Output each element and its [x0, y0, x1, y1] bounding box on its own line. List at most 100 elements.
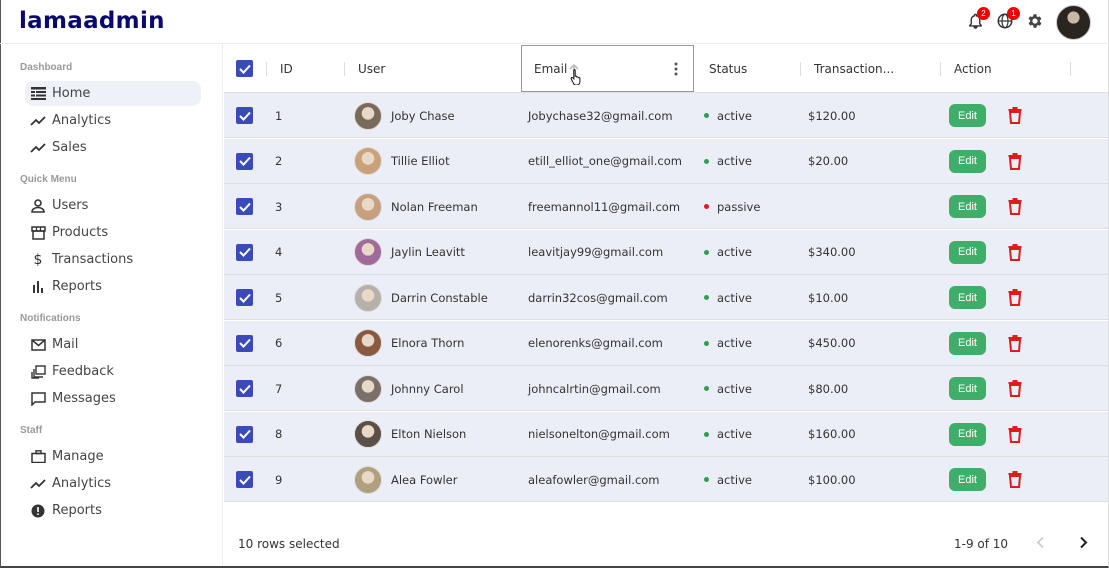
- table-row[interactable]: 4 Jaylin Leavitt leavitjay99@gmail.com acti…: [224, 229, 1108, 275]
- app-logo[interactable]: lamaadmin: [19, 8, 165, 34]
- cell-action: Edit: [949, 412, 1024, 457]
- status-dot: [704, 386, 709, 391]
- user-name: Elton Nielson: [391, 427, 467, 441]
- delete-trash-icon[interactable]: [1006, 379, 1024, 399]
- table-row[interactable]: 2 Tillie Elliot etill_elliot_one@gmail.com…: [224, 138, 1108, 184]
- edit-button[interactable]: Edit: [949, 377, 986, 400]
- user-avatar[interactable]: [1056, 5, 1091, 40]
- sidebar-item-transactions[interactable]: $ Transactions: [25, 247, 201, 272]
- checkbox-checked-icon: [236, 471, 253, 488]
- checkbox-checked-icon: [236, 334, 253, 352]
- sidebar-item-mail[interactable]: Mail: [25, 332, 201, 357]
- cell-action: Edit: [949, 230, 1024, 275]
- user-name: Alea Fowler: [391, 472, 458, 487]
- sidebar-item-label: Reports: [52, 279, 102, 294]
- column-separator[interactable]: [266, 62, 267, 76]
- user-name: Darrin Constable: [391, 290, 488, 305]
- cell-user: Tillie Elliot: [354, 139, 450, 184]
- delete-trash-icon[interactable]: [1006, 424, 1024, 444]
- delete-trash-icon[interactable]: [1006, 470, 1024, 490]
- user-name: Nolan Freeman: [391, 199, 478, 214]
- next-page-button[interactable]: [1078, 536, 1088, 552]
- delete-trash-icon[interactable]: [1006, 242, 1024, 262]
- edit-button[interactable]: Edit: [949, 422, 986, 446]
- user-name: Johnny Carol: [391, 381, 464, 396]
- sidebar-item-reports[interactable]: Reports: [25, 274, 201, 299]
- delete-trash-icon[interactable]: [1006, 333, 1024, 353]
- status-dot: [704, 249, 709, 255]
- table-row[interactable]: 6 Elnora Thorn elenorenks@gmail.com active $…: [224, 320, 1108, 366]
- edit-button[interactable]: Edit: [949, 104, 986, 127]
- user-icon: [30, 198, 46, 214]
- cell-status: active: [704, 230, 752, 275]
- row-checkbox[interactable]: [236, 457, 253, 502]
- sidebar-item-messages[interactable]: Messages: [25, 386, 201, 411]
- row-checkbox[interactable]: [236, 184, 253, 229]
- sidebar-item-label: Products: [52, 225, 109, 240]
- edit-button[interactable]: Edit: [949, 331, 986, 355]
- column-header-transaction[interactable]: Transaction...: [814, 44, 894, 93]
- sidebar-item-manage[interactable]: Manage: [25, 444, 201, 469]
- delete-trash-icon[interactable]: [1006, 106, 1024, 126]
- sidebar-item-label: Feedback: [52, 364, 114, 379]
- language-button[interactable]: 1: [994, 6, 1020, 34]
- table-row[interactable]: 7 Johnny Carol johncalrtin@gmail.com active…: [224, 366, 1108, 411]
- column-header-status[interactable]: Status: [709, 44, 747, 93]
- cell-email: Jobychase32@gmail.com: [528, 108, 673, 123]
- row-checkbox[interactable]: [236, 366, 253, 411]
- column-separator[interactable]: [800, 62, 801, 76]
- edit-button[interactable]: Edit: [949, 468, 986, 491]
- user-avatar-image: [354, 147, 382, 175]
- table-row[interactable]: 8 Elton Nielson nielsonelton@gmail.com acti…: [224, 411, 1108, 457]
- column-separator[interactable]: [1070, 62, 1071, 76]
- home-grid-icon: [30, 86, 46, 102]
- delete-trash-icon[interactable]: [1006, 151, 1024, 171]
- column-separator[interactable]: [940, 62, 941, 76]
- table-row[interactable]: 1 Joby Chase Jobychase32@gmail.com active $1…: [224, 93, 1108, 138]
- column-header-user[interactable]: User: [358, 44, 385, 93]
- table-row[interactable]: 5 Darrin Constable darrin32cos@gmail.com ac…: [224, 275, 1108, 320]
- prev-page-button[interactable]: [1036, 536, 1046, 552]
- sidebar-item-users[interactable]: Users: [25, 193, 201, 218]
- column-separator[interactable]: [344, 62, 345, 76]
- column-header-email[interactable]: Email: [534, 44, 567, 93]
- notifications-button[interactable]: 2: [964, 6, 990, 34]
- sidebar-item-staff-analytics[interactable]: Analytics: [25, 471, 201, 496]
- edit-button[interactable]: Edit: [949, 195, 986, 218]
- sidebar-item-analytics[interactable]: Analytics: [25, 108, 201, 133]
- table-row[interactable]: 9 Alea Fowler aleafowler@gmail.com active $1…: [224, 457, 1108, 502]
- status-label: active: [717, 154, 752, 168]
- delete-trash-icon[interactable]: [1006, 288, 1024, 308]
- edit-button[interactable]: Edit: [949, 286, 986, 309]
- column-header-action[interactable]: Action: [954, 44, 992, 93]
- column-menu-icon[interactable]: [674, 44, 678, 93]
- sidebar-item-feedback[interactable]: Feedback: [25, 359, 201, 384]
- row-checkbox[interactable]: [236, 93, 253, 138]
- select-all-checkbox[interactable]: [236, 44, 253, 93]
- sidebar-section-notifications: Notifications: [20, 313, 81, 324]
- cell-action: Edit: [949, 321, 1024, 366]
- edit-button[interactable]: Edit: [949, 240, 986, 264]
- user-avatar-image: [354, 283, 382, 312]
- delete-trash-icon[interactable]: [1006, 197, 1024, 217]
- sidebar-item-sales[interactable]: Sales: [25, 135, 201, 160]
- settings-button[interactable]: [1024, 12, 1046, 34]
- row-checkbox[interactable]: [236, 275, 253, 320]
- row-checkbox[interactable]: [236, 321, 253, 366]
- cell-user: Jaylin Leavitt: [354, 230, 465, 275]
- status-dot: [704, 295, 709, 300]
- status-label: active: [717, 245, 752, 259]
- sidebar-item-products[interactable]: Products: [25, 220, 201, 245]
- row-checkbox[interactable]: [236, 412, 253, 457]
- checkbox-checked-icon: [236, 289, 253, 306]
- cell-id: 3: [275, 199, 283, 214]
- store-icon: [30, 225, 46, 241]
- sidebar-item-staff-reports[interactable]: Reports: [25, 498, 201, 523]
- sidebar-item-home[interactable]: Home: [25, 81, 201, 106]
- column-header-id[interactable]: ID: [280, 44, 293, 93]
- edit-button[interactable]: Edit: [949, 149, 986, 173]
- row-checkbox[interactable]: [236, 139, 253, 184]
- row-checkbox[interactable]: [236, 230, 253, 275]
- table-row[interactable]: 3 Nolan Freeman freemannol11@gmail.com pass…: [224, 184, 1108, 229]
- gear-icon: [1026, 12, 1044, 34]
